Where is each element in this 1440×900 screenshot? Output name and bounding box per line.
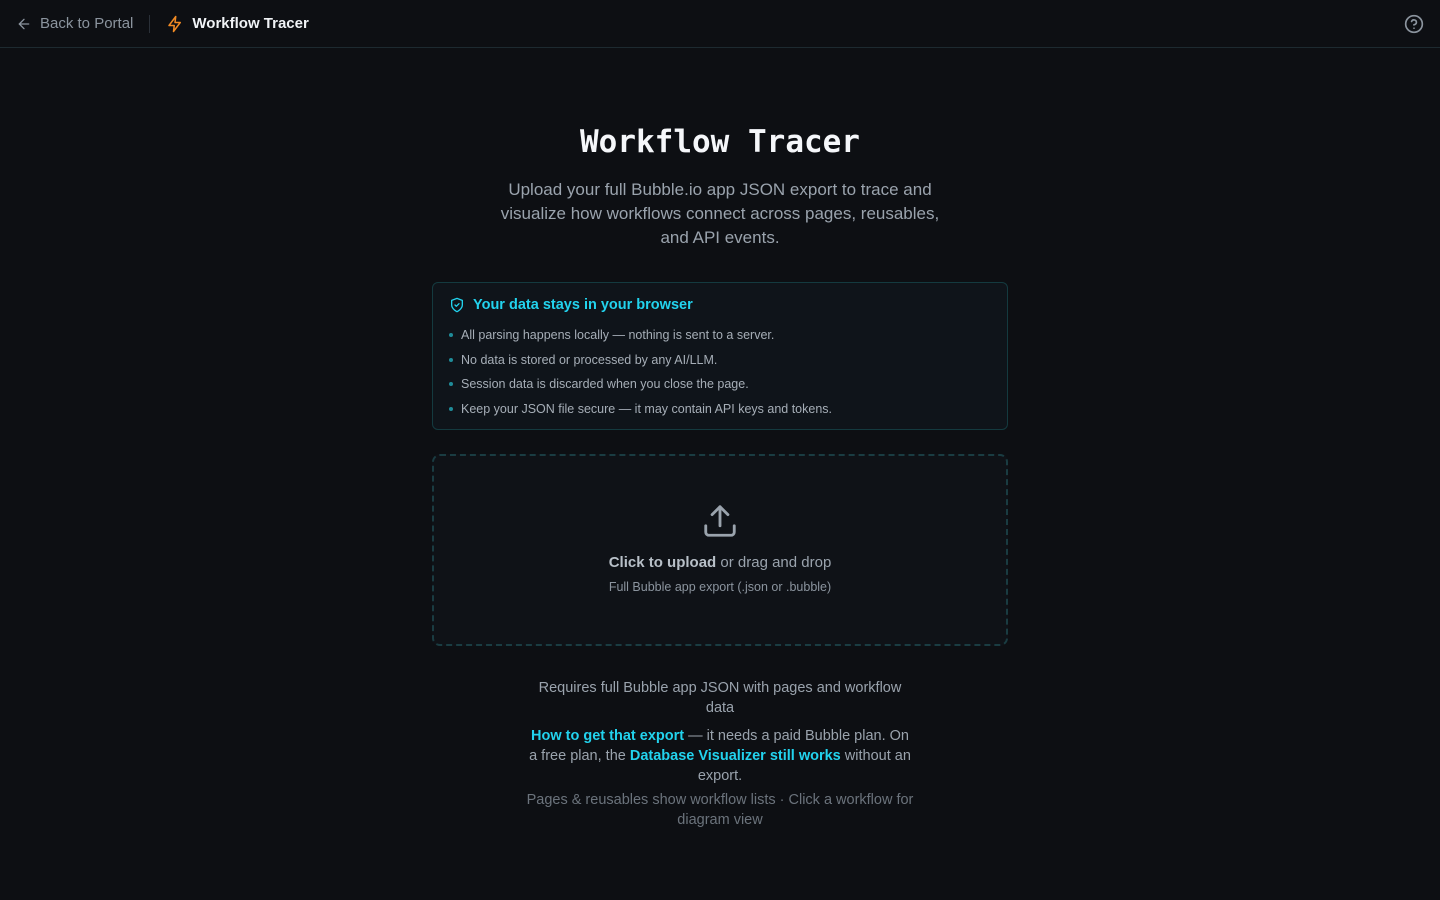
export-info: Requires full Bubble app JSON with pages… [525, 678, 915, 830]
file-upload-dropzone[interactable]: Click to upload or drag and drop Full Bu… [432, 454, 1008, 646]
page-title: Workflow Tracer [580, 124, 860, 160]
privacy-item: Session data is discarded when you close… [449, 372, 991, 397]
upload-file-types: Full Bubble app export (.json or .bubble… [608, 580, 832, 594]
upload-icon [704, 505, 736, 537]
privacy-item-text: Session data is discarded when you close… [461, 377, 749, 392]
page-subtitle: Upload your full Bubble.io app JSON expo… [500, 180, 940, 247]
privacy-notice: Your data stays in your browser All pars… [432, 282, 1008, 430]
app-brand: Workflow Tracer [166, 15, 309, 33]
top-bar: Back to Portal Workflow Tracer [0, 0, 1440, 48]
header-divider [149, 14, 151, 33]
usage-footnote: Pages & reusables show workflow lists · … [526, 792, 914, 828]
lightning-bolt-icon [168, 15, 182, 32]
back-to-portal-link[interactable]: Back to Portal [16, 15, 133, 32]
database-visualizer-link[interactable]: Database Visualizer still works [630, 748, 841, 764]
back-label: Back to Portal [40, 15, 134, 32]
privacy-item: All parsing happens locally — nothing is… [449, 323, 991, 348]
bullet-dot [449, 382, 453, 387]
requirement-text: Requires full Bubble app JSON with pages… [538, 680, 902, 716]
drag-drop-label: or drag and drop [716, 554, 832, 571]
privacy-item: No data is stored or processed by any AI… [449, 348, 991, 373]
shield-check-icon [451, 297, 463, 313]
export-how-to-link[interactable]: How to get that export [531, 728, 684, 744]
privacy-header: Your data stays in your browser [449, 297, 991, 313]
bullet-dot [449, 333, 453, 338]
app-title: Workflow Tracer [192, 15, 309, 32]
bullet-dot [449, 406, 453, 411]
privacy-list: All parsing happens locally — nothing is… [449, 323, 991, 421]
arrow-left-icon [18, 18, 30, 29]
privacy-item-text: Keep your JSON file secure — it may cont… [461, 401, 833, 416]
privacy-item-text: No data is stored or processed by any AI… [461, 352, 718, 367]
bullet-dot [449, 357, 453, 362]
privacy-item: Keep your JSON file secure — it may cont… [449, 397, 991, 422]
help-circle-icon[interactable] [1404, 14, 1424, 34]
click-to-upload-label[interactable]: Click to upload [609, 554, 717, 571]
export-instructions: How to get that export — it needs a paid… [525, 726, 915, 786]
upload-prompt: Click to upload or drag and drop [609, 554, 832, 571]
main-content: Workflow Tracer Upload your full Bubble.… [0, 48, 1440, 830]
privacy-item-text: All parsing happens locally — nothing is… [461, 328, 775, 343]
privacy-title: Your data stays in your browser [473, 297, 693, 313]
